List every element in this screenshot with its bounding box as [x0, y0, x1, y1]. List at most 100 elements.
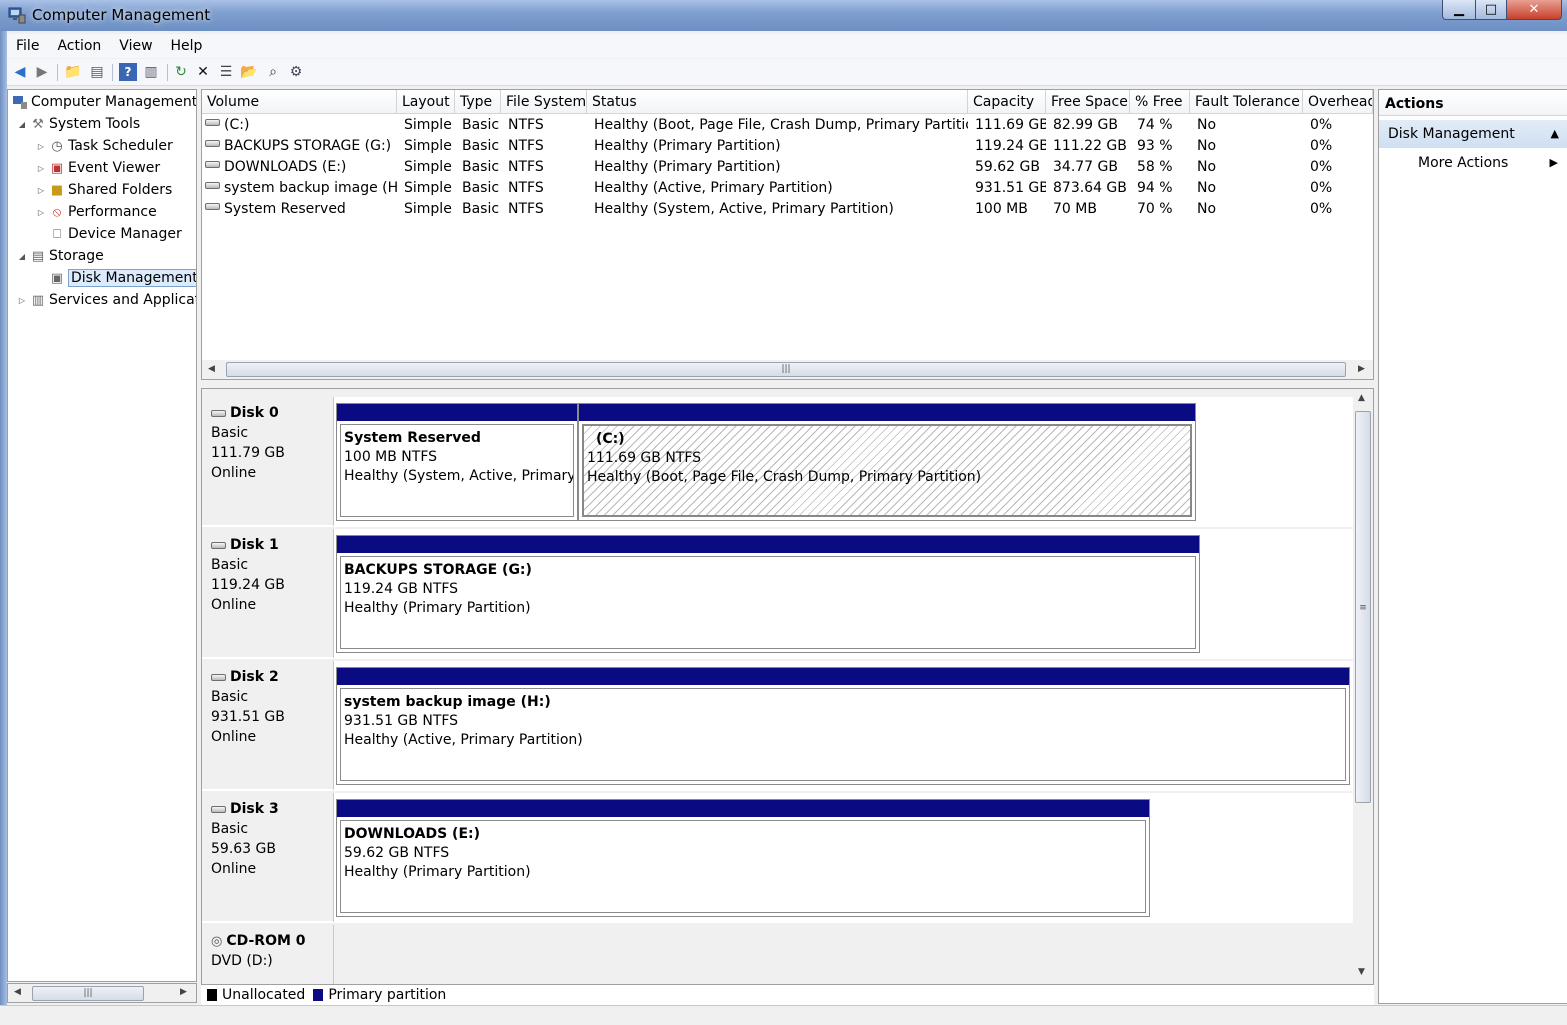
fault-tolerance-cell: No [1197, 180, 1217, 196]
capacity-cell: 59.62 GB [975, 159, 1040, 175]
partition-c[interactable]: (C:) 111.69 GB NTFS Healthy (Boot, Page … [578, 403, 1196, 521]
tree-item-task-scheduler[interactable]: ▷ ◷ Task Scheduler [35, 136, 173, 156]
storage-icon: ▤ [31, 248, 45, 264]
expand-icon[interactable]: ▷ [35, 208, 47, 217]
disk-name: CD-ROM 0 [226, 933, 306, 949]
actions-section-disk-management[interactable]: Disk Management ▲ [1379, 120, 1567, 148]
scroll-right-icon[interactable]: ▶ [1358, 364, 1365, 374]
table-row[interactable]: (C:) Simple Basic NTFS Healthy (Boot, Pa… [202, 115, 1373, 136]
column-header-overhead[interactable]: Overhead [1303, 90, 1373, 114]
minimize-button[interactable]: ▁ [1442, 0, 1476, 20]
file-system-cell: NTFS [508, 159, 544, 175]
scroll-left-icon[interactable]: ◀ [208, 364, 215, 374]
layout-cell: Simple [404, 159, 452, 175]
disk-type: Basic [211, 821, 249, 837]
tree-item-performance[interactable]: ▷ ⦸ Performance [35, 202, 157, 222]
tree-item-event-viewer[interactable]: ▷ ▣ Event Viewer [35, 158, 160, 178]
properties-icon[interactable]: ☰ [217, 63, 235, 81]
expand-icon[interactable]: ▷ [35, 164, 47, 173]
more-actions-item[interactable]: More Actions ▶ [1379, 148, 1567, 176]
disk-state: Online [211, 597, 257, 613]
menu-help[interactable]: Help [162, 38, 212, 54]
collapse-icon[interactable]: ◢ [16, 252, 28, 261]
close-button[interactable]: ✕ [1506, 0, 1562, 20]
show-hide-action-pane-icon[interactable]: ▥ [142, 63, 160, 81]
actions-header: Actions [1379, 90, 1567, 116]
disk-info[interactable]: ◎ CD-ROM 0 DVD (D:) [202, 925, 334, 984]
percent-free-cell: 94 % [1137, 180, 1173, 196]
scroll-down-icon[interactable]: ▼ [1358, 967, 1365, 977]
collapse-up-icon[interactable]: ▲ [1551, 120, 1559, 148]
settings-icon[interactable]: ⚙ [287, 63, 305, 81]
search-icon[interactable]: ⌕ [264, 63, 282, 81]
partition-backups-storage[interactable]: BACKUPS STORAGE (G:) 119.24 GB NTFS Heal… [336, 535, 1200, 653]
column-header-file-system[interactable]: File System [501, 90, 587, 114]
column-header-percent-free[interactable]: % Free [1130, 90, 1190, 114]
expand-icon[interactable]: ▷ [35, 142, 47, 151]
tree-horizontal-scrollbar[interactable]: ◀ ||| ▶ [7, 983, 197, 1003]
up-folder-icon[interactable]: 📁 [64, 63, 82, 81]
column-header-capacity[interactable]: Capacity [968, 90, 1046, 114]
forward-icon[interactable]: ▶ [33, 63, 51, 81]
back-icon[interactable]: ◀ [11, 63, 29, 81]
volume-list: Volume Layout Type File System Status Ca… [201, 89, 1374, 380]
column-header-status[interactable]: Status [587, 90, 968, 114]
legend-unallocated: Unallocated [222, 987, 306, 1003]
column-header-volume[interactable]: Volume [202, 90, 397, 114]
free-space-cell: 70 MB [1053, 201, 1097, 217]
status-cell: Healthy (Primary Partition) [594, 138, 781, 154]
partition-system-backup-image[interactable]: system backup image (H:) 931.51 GB NTFS … [336, 667, 1350, 785]
disk-info[interactable]: Disk 0 Basic 111.79 GB Online [202, 397, 334, 527]
table-row[interactable]: System Reserved Simple Basic NTFS Health… [202, 199, 1373, 220]
menu-view[interactable]: View [110, 38, 161, 54]
help-icon[interactable]: ? [119, 63, 137, 81]
menu-file[interactable]: File [7, 38, 48, 54]
computer-management-icon [8, 6, 26, 24]
maximize-button[interactable]: □ [1475, 0, 1507, 20]
expand-icon[interactable]: ▷ [16, 296, 28, 305]
table-row[interactable]: DOWNLOADS (E:) Simple Basic NTFS Healthy… [202, 157, 1373, 178]
table-row[interactable]: system backup image (H:) Simple Basic NT… [202, 178, 1373, 199]
disk-type: Basic [211, 689, 249, 705]
disk-type: Basic [211, 557, 249, 573]
scroll-up-icon[interactable]: ▲ [1358, 393, 1365, 403]
tree-item-system-tools[interactable]: ◢ ⚒ System Tools [16, 114, 140, 134]
tree-item-shared-folders[interactable]: ▷ ■ Shared Folders [35, 180, 172, 200]
toolbar: ◀ ▶ 📁 ▤ ? ▥ ↻ ✕ ☰ 📂 ⌕ ⚙ [7, 59, 1567, 86]
drive-icon [205, 203, 220, 210]
disk-info[interactable]: Disk 3 Basic 59.63 GB Online [202, 793, 334, 923]
tree-item-storage[interactable]: ◢ ▤ Storage [16, 246, 104, 266]
disk-info[interactable]: Disk 2 Basic 931.51 GB Online [202, 661, 334, 791]
refresh-icon[interactable]: ↻ [172, 63, 190, 81]
delete-icon[interactable]: ✕ [194, 63, 212, 81]
scrollbar-thumb[interactable]: ||| [32, 986, 144, 1001]
column-header-free-space[interactable]: Free Space [1046, 90, 1130, 114]
column-header-fault-tolerance[interactable]: Fault Tolerance [1190, 90, 1303, 114]
capacity-cell: 100 MB [975, 201, 1028, 217]
tree-item-computer-management[interactable]: Computer Management [10, 92, 196, 112]
tree-item-device-manager[interactable]: ⎕ Device Manager [35, 224, 182, 244]
disk-info[interactable]: Disk 1 Basic 119.24 GB Online [202, 529, 334, 659]
column-header-layout[interactable]: Layout [397, 90, 455, 114]
disk-map-vertical-scrollbar[interactable]: ▲ ≡ ▼ [1353, 389, 1373, 984]
file-system-cell: NTFS [508, 201, 544, 217]
partition-downloads[interactable]: DOWNLOADS (E:) 59.62 GB NTFS Healthy (Pr… [336, 799, 1150, 917]
partition-name: System Reserved [344, 430, 481, 446]
table-row[interactable]: BACKUPS STORAGE (G:) Simple Basic NTFS H… [202, 136, 1373, 157]
partition-system-reserved[interactable]: System Reserved 100 MB NTFS Healthy (Sys… [336, 403, 578, 521]
menu-action[interactable]: Action [48, 38, 110, 54]
column-header-type[interactable]: Type [455, 90, 501, 114]
partition-size: 100 MB NTFS [344, 449, 438, 465]
expand-icon[interactable]: ▷ [35, 186, 47, 195]
open-folder-icon[interactable]: 📂 [240, 63, 258, 81]
volume-list-horizontal-scrollbar[interactable]: ◀ ||| ▶ [202, 360, 1373, 379]
show-hide-tree-icon[interactable]: ▤ [88, 63, 106, 81]
tree-item-disk-management[interactable]: ▣ Disk Management [35, 268, 196, 288]
collapse-icon[interactable]: ◢ [16, 120, 28, 129]
tree-item-services-and-applications[interactable]: ▷ ▥ Services and Applicat [16, 290, 196, 310]
section-label: Disk Management [1388, 126, 1515, 142]
scrollbar-thumb[interactable]: ||| [226, 362, 1346, 377]
scroll-right-icon[interactable]: ▶ [180, 987, 187, 997]
scrollbar-thumb[interactable]: ≡ [1355, 411, 1371, 803]
scroll-left-icon[interactable]: ◀ [14, 987, 21, 997]
